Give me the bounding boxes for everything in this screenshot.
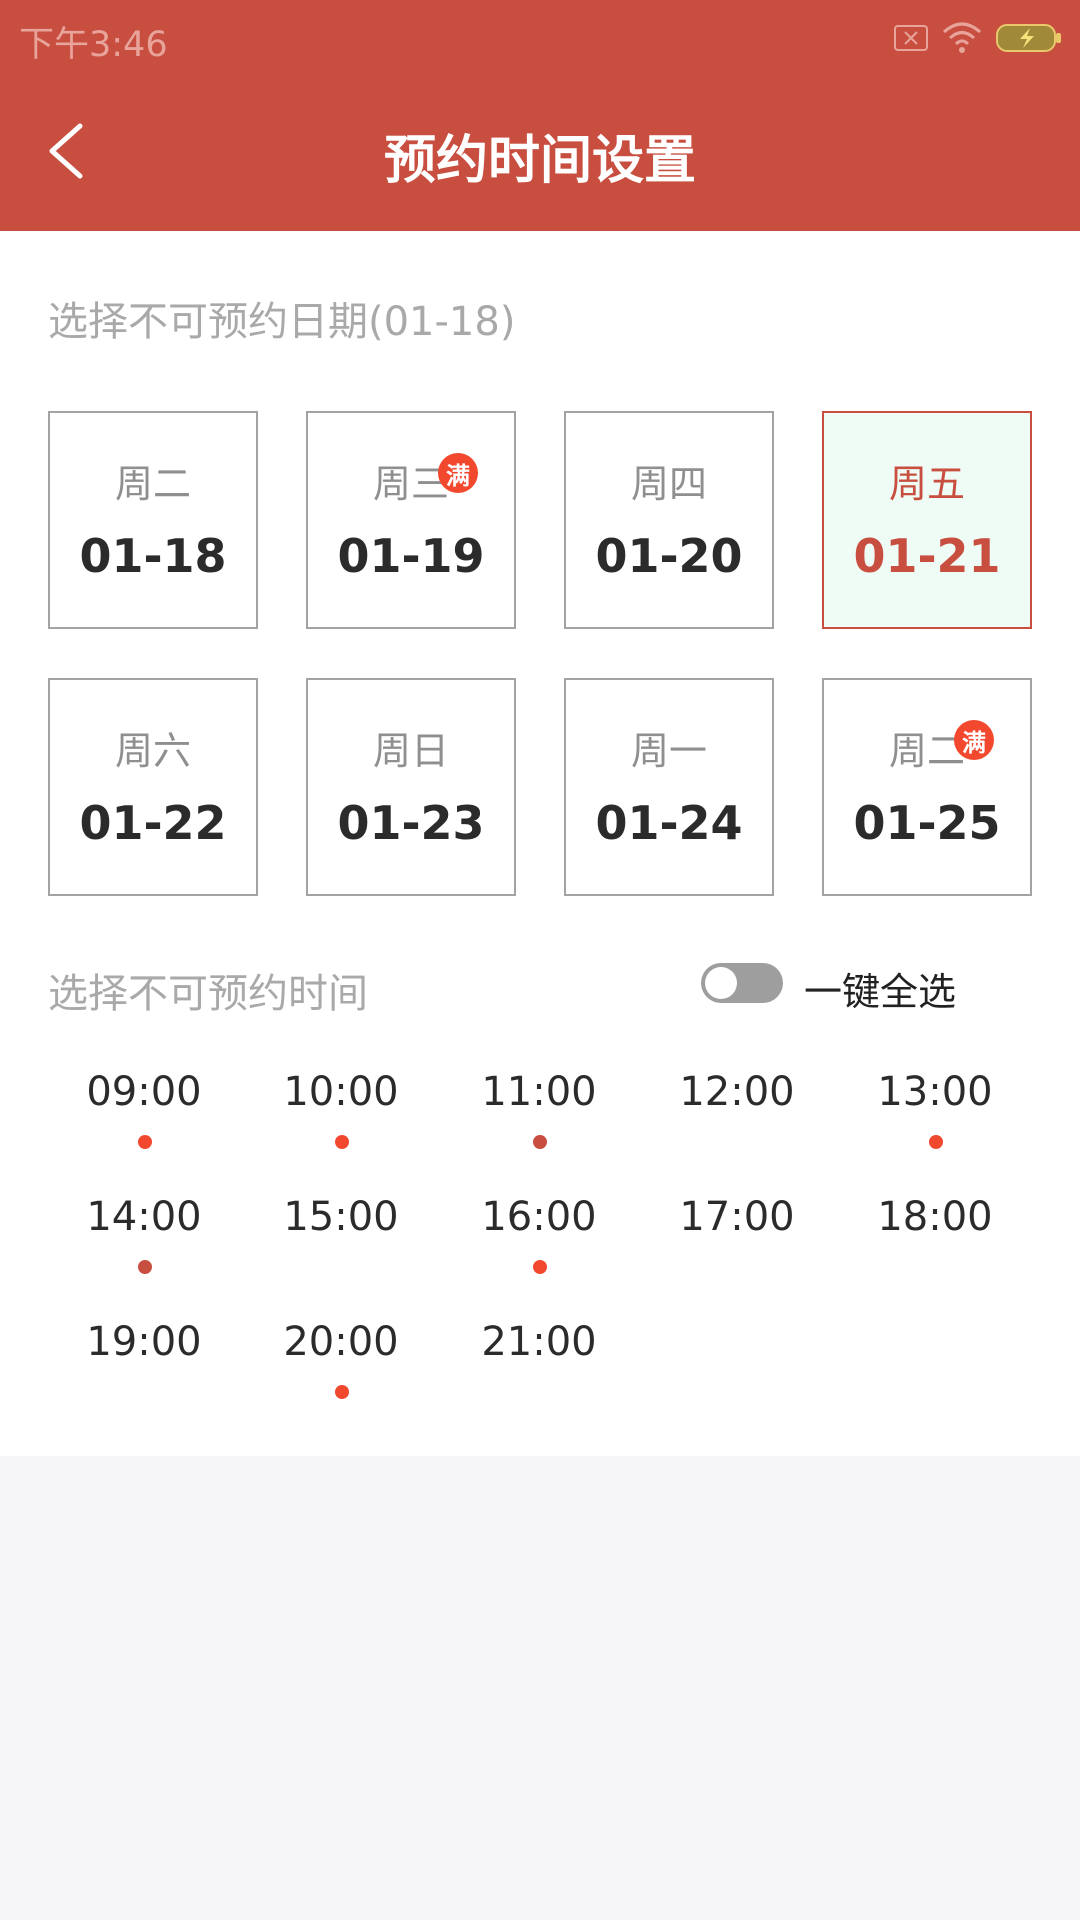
- time-slot-label: 09:00: [86, 1069, 202, 1115]
- page-title: 预约时间设置: [383, 131, 696, 191]
- sim-error-icon: [894, 25, 928, 51]
- time-slot[interactable]: 10:00: [256, 1069, 426, 1169]
- date-card-date: 01-20: [595, 529, 743, 583]
- date-card[interactable]: 周日 01-23: [306, 678, 516, 896]
- booked-dot: [533, 1260, 547, 1274]
- time-slot[interactable]: 15:00: [256, 1194, 426, 1294]
- time-slot[interactable]: 11:00: [454, 1069, 624, 1169]
- time-slot-label: 21:00: [481, 1319, 597, 1365]
- time-slot-label: 15:00: [283, 1194, 399, 1240]
- date-card[interactable]: 周六 01-22: [48, 678, 258, 896]
- time-slot-label: 12:00: [679, 1069, 795, 1115]
- date-card[interactable]: 周三 01-19 满: [306, 411, 516, 629]
- time-slot[interactable]: 14:00: [59, 1194, 229, 1294]
- select-all-toggle[interactable]: [701, 963, 783, 1003]
- app-header: 下午3:46 预约时间设置: [0, 0, 1080, 231]
- time-slot-label: 14:00: [86, 1194, 202, 1240]
- time-slot[interactable]: 12:00: [652, 1069, 822, 1169]
- date-card[interactable]: 周五 01-21: [822, 411, 1032, 629]
- wifi-icon: [943, 22, 981, 53]
- time-slot-label: 19:00: [86, 1319, 202, 1365]
- full-badge: 满: [954, 720, 994, 760]
- date-card[interactable]: 周二 01-25 满: [822, 678, 1032, 896]
- time-slot[interactable]: 16:00: [454, 1194, 624, 1294]
- date-card[interactable]: 周四 01-20: [564, 411, 774, 629]
- date-card-date: 01-21: [853, 529, 1001, 583]
- date-card-date: 01-24: [595, 796, 743, 850]
- time-slot[interactable]: 17:00: [652, 1194, 822, 1294]
- date-card-weekday: 周二: [888, 729, 965, 773]
- date-card-weekday: 周六: [114, 729, 191, 773]
- date-card-weekday: 周日: [372, 729, 449, 773]
- full-badge: 满: [438, 453, 478, 493]
- date-card-date: 01-19: [337, 529, 485, 583]
- status-time: 下午3:46: [19, 25, 168, 65]
- date-card-date: 01-23: [337, 796, 485, 850]
- date-card-weekday: 周五: [888, 462, 965, 506]
- booked-dot: [929, 1135, 943, 1149]
- battery-charging-icon: [996, 24, 1061, 52]
- time-slot[interactable]: 19:00: [59, 1319, 229, 1419]
- booked-dot: [138, 1135, 152, 1149]
- date-card[interactable]: 周一 01-24: [564, 678, 774, 896]
- select-all-label: 一键全选: [804, 970, 957, 1014]
- time-slot-label: 20:00: [283, 1319, 399, 1365]
- time-slot[interactable]: 13:00: [850, 1069, 1020, 1169]
- date-card-weekday: 周三: [372, 462, 449, 506]
- status-icons: [894, 18, 1062, 58]
- time-slot-label: 10:00: [283, 1069, 399, 1115]
- booked-dot: [335, 1135, 349, 1149]
- time-slot[interactable]: 18:00: [850, 1194, 1020, 1294]
- time-slot[interactable]: 09:00: [59, 1069, 229, 1169]
- date-card-weekday: 周二: [114, 462, 191, 506]
- time-section-label: 选择不可预约时间: [48, 971, 368, 1017]
- date-card-weekday: 周四: [630, 462, 707, 506]
- time-slot-label: 11:00: [481, 1069, 597, 1115]
- date-section-label: 选择不可预约日期(01-18): [48, 299, 516, 345]
- time-slot-label: 16:00: [481, 1194, 597, 1240]
- date-card[interactable]: 周二 01-18: [48, 411, 258, 629]
- time-slot[interactable]: 21:00: [454, 1319, 624, 1419]
- booked-dot: [533, 1135, 547, 1149]
- date-card-date: 01-18: [79, 529, 227, 583]
- booked-dot: [335, 1385, 349, 1399]
- booked-dot: [138, 1260, 152, 1274]
- time-slot-label: 13:00: [877, 1069, 993, 1115]
- date-card-weekday: 周一: [630, 729, 707, 773]
- time-slot[interactable]: 20:00: [256, 1319, 426, 1419]
- date-card-date: 01-22: [79, 796, 227, 850]
- toggle-knob: [705, 967, 737, 999]
- time-slot-label: 17:00: [679, 1194, 795, 1240]
- date-card-date: 01-25: [853, 796, 1001, 850]
- time-slot-label: 18:00: [877, 1194, 993, 1240]
